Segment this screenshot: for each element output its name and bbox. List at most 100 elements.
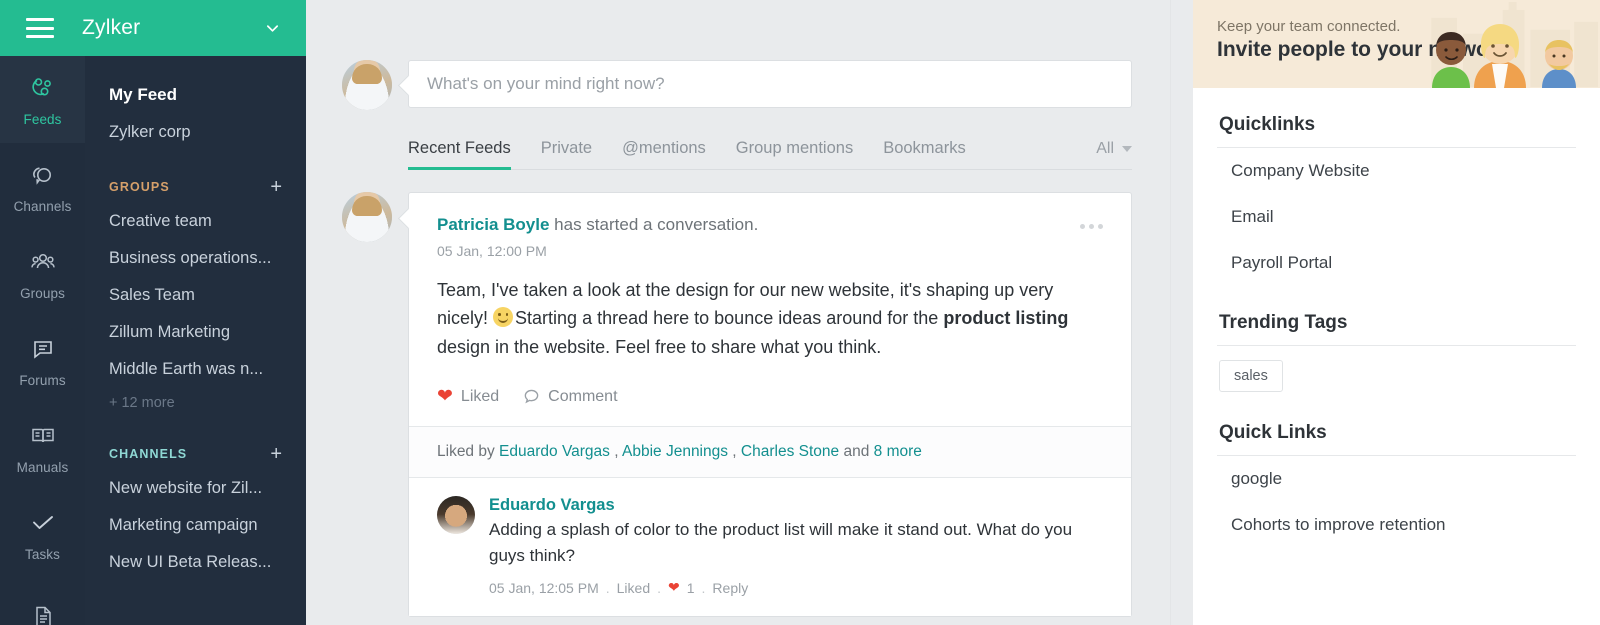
icon-rail: Feeds Channels xyxy=(0,56,85,625)
liked-by-more[interactable]: 8 more xyxy=(874,443,922,460)
hamburger-icon[interactable] xyxy=(26,18,54,38)
post-header-text: Patricia Boyle has started a conversatio… xyxy=(437,215,1080,235)
tab-mentions[interactable]: @mentions xyxy=(622,139,706,169)
invite-banner[interactable]: Keep your team connected. Invite people … xyxy=(1193,0,1600,88)
feed-inner: Recent Feeds Private @mentions Group men… xyxy=(306,0,1170,617)
rail-label-channels: Channels xyxy=(14,199,72,214)
comment-meta: 05 Jan, 12:05 PM . Liked . ❤ 1 . Reply xyxy=(489,579,1103,596)
nav-item-group[interactable]: Business operations... xyxy=(85,240,306,277)
comment-author[interactable]: Eduardo Vargas xyxy=(489,496,1103,515)
nav-item-org[interactable]: Zylker corp xyxy=(85,114,306,151)
rail-label-forums: Forums xyxy=(19,373,65,388)
feed-filter-dropdown[interactable]: All xyxy=(1096,140,1132,169)
right-panel: Keep your team connected. Invite people … xyxy=(1170,0,1600,625)
post-row: Patricia Boyle has started a conversatio… xyxy=(342,192,1132,617)
post-card: Patricia Boyle has started a conversatio… xyxy=(408,192,1132,617)
liked-by-person[interactable]: Charles Stone xyxy=(741,443,839,460)
comment-bubble-icon xyxy=(523,388,540,405)
nav-item-channel[interactable]: New UI Beta Releas... xyxy=(85,544,306,581)
post-body-bold: product listing xyxy=(943,308,1068,328)
comment-reply-button[interactable]: Reply xyxy=(712,580,748,596)
nav-item-channel[interactable]: New website for Zil... xyxy=(85,470,306,507)
tag-list: sales xyxy=(1217,346,1576,396)
tab-recent-feeds[interactable]: Recent Feeds xyxy=(408,139,511,169)
nav-section-channels: CHANNELS + xyxy=(85,428,306,470)
avatar xyxy=(342,192,392,242)
meta-separator: . xyxy=(657,580,661,596)
like-button[interactable]: ❤ Liked xyxy=(437,387,499,406)
add-group-button[interactable]: + xyxy=(270,177,282,197)
tag-chip[interactable]: sales xyxy=(1219,360,1283,392)
liked-by-row: Liked by Eduardo Vargas , Abbie Jennings… xyxy=(409,426,1131,477)
nav-item-group[interactable]: Zillum Marketing xyxy=(85,314,306,351)
tasks-icon xyxy=(28,508,58,538)
manuals-icon xyxy=(28,421,58,451)
avatar xyxy=(342,60,392,110)
chevron-down-icon xyxy=(1122,146,1132,152)
post-author[interactable]: Patricia Boyle xyxy=(437,215,549,234)
nav-item-my-feed[interactable]: My Feed xyxy=(85,76,306,114)
quicklink-item[interactable]: Payroll Portal xyxy=(1217,240,1576,286)
rail-label-feeds: Feeds xyxy=(23,112,61,127)
comment-like-button[interactable]: Liked xyxy=(617,580,650,596)
rail-label-manuals: Manuals xyxy=(17,460,69,475)
liked-by-person[interactable]: Eduardo Vargas xyxy=(499,443,610,460)
quick-link-item[interactable]: google xyxy=(1217,456,1576,502)
quick-link-item[interactable]: Cohorts to improve retention xyxy=(1217,502,1576,548)
meta-separator: . xyxy=(702,580,706,596)
right-gutter xyxy=(1171,0,1193,625)
post-card-body: Patricia Boyle has started a conversatio… xyxy=(409,193,1131,426)
rail-item-feeds[interactable]: Feeds xyxy=(0,56,85,143)
right-inner: Keep your team connected. Invite people … xyxy=(1193,0,1600,625)
feeds-icon xyxy=(28,73,58,103)
rail-item-tasks[interactable]: Tasks xyxy=(0,491,85,578)
composer-box[interactable] xyxy=(408,60,1132,108)
liked-by-prefix: Liked by xyxy=(437,443,499,460)
more-options-icon[interactable] xyxy=(1080,215,1103,229)
groups-section-title: GROUPS xyxy=(109,180,170,194)
status-input[interactable] xyxy=(427,74,1113,94)
app-root: Zylker Feeds xyxy=(0,0,1600,625)
liked-by-person[interactable]: Abbie Jennings xyxy=(622,443,728,460)
brand-name: Zylker xyxy=(82,16,140,40)
tab-group-mentions[interactable]: Group mentions xyxy=(736,139,853,169)
quicklink-item[interactable]: Company Website xyxy=(1217,148,1576,194)
post-body-part2: Starting a thread here to bounce ideas a… xyxy=(515,308,943,328)
add-channel-button[interactable]: + xyxy=(270,444,282,464)
nav-panel: My Feed Zylker corp GROUPS + Creative te… xyxy=(85,56,306,625)
rail-item-files[interactable] xyxy=(0,578,85,625)
comment-item: Eduardo Vargas Adding a splash of color … xyxy=(409,477,1131,616)
groups-icon xyxy=(28,247,58,277)
trending-tags-section: Trending Tags sales xyxy=(1193,286,1600,396)
left-body: Feeds Channels xyxy=(0,56,306,625)
comment-button[interactable]: Comment xyxy=(523,388,617,406)
rail-item-manuals[interactable]: Manuals xyxy=(0,404,85,491)
composer-row xyxy=(342,0,1132,110)
rail-item-groups[interactable]: Groups xyxy=(0,230,85,317)
quicklinks-header: Quicklinks xyxy=(1217,88,1576,147)
nav-item-channel[interactable]: Marketing campaign xyxy=(85,507,306,544)
chevron-down-icon[interactable] xyxy=(265,21,280,36)
brand-bar: Zylker xyxy=(0,0,306,56)
nav-item-group[interactable]: Sales Team xyxy=(85,277,306,314)
feed-tabs: Recent Feeds Private @mentions Group men… xyxy=(408,139,1132,170)
nav-item-group[interactable]: Middle Earth was n... xyxy=(85,351,306,388)
feed-column: Recent Feeds Private @mentions Group men… xyxy=(306,0,1170,625)
channels-icon xyxy=(28,160,58,190)
quick-links-section: Quick Links google Cohorts to improve re… xyxy=(1193,396,1600,548)
liked-by-conj: and xyxy=(839,443,873,460)
rail-item-channels[interactable]: Channels xyxy=(0,143,85,230)
tab-private[interactable]: Private xyxy=(541,139,592,169)
nav-item-group[interactable]: Creative team xyxy=(85,203,306,240)
comment-like-count: 1 xyxy=(687,580,695,596)
quicklink-item[interactable]: Email xyxy=(1217,194,1576,240)
groups-more-link[interactable]: + 12 more xyxy=(85,388,306,418)
comment-text: Adding a splash of color to the product … xyxy=(489,517,1103,568)
avatar xyxy=(437,496,475,534)
channels-section-title: CHANNELS xyxy=(109,447,187,461)
tab-bookmarks[interactable]: Bookmarks xyxy=(883,139,966,169)
like-label: Liked xyxy=(461,388,499,406)
smiley-emoji-icon xyxy=(493,307,513,327)
people-illustration xyxy=(1416,12,1596,88)
rail-item-forums[interactable]: Forums xyxy=(0,317,85,404)
